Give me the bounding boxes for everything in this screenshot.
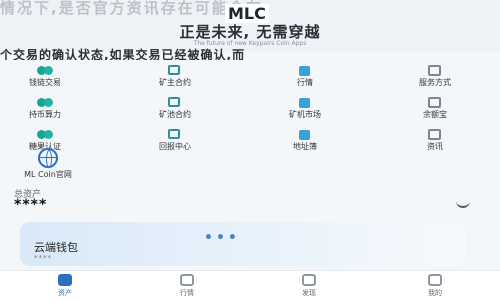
service-label: 钱链交易: [29, 78, 61, 87]
service-item[interactable]: 回报中心: [140, 128, 210, 154]
wallet-icon: [58, 274, 72, 286]
bottom-tab-bar: 资产 行情 发现 我的: [0, 270, 500, 301]
cloud-wallet-card[interactable]: ••• 云端钱包 ****: [20, 222, 466, 266]
service-item[interactable]: 矿主合约: [140, 64, 210, 90]
service-label: 资讯: [427, 142, 443, 151]
service-label: 矿池合约: [159, 110, 191, 119]
chart-icon: [296, 64, 314, 76]
banner-subtitle: 正是未来, 无需穿越: [179, 23, 321, 41]
globe-icon: [38, 148, 58, 168]
user-icon: [428, 274, 442, 286]
wallet-name: 云端钱包: [34, 241, 78, 254]
service-item[interactable]: 地址簿: [270, 128, 340, 154]
service-label: 回报中心: [159, 142, 191, 151]
box-icon: [426, 128, 444, 140]
service-label: 行情: [297, 78, 313, 87]
service-item[interactable]: 矿池合约: [140, 96, 210, 122]
top-banner[interactable]: 情况下,是否官方资讯存在可能会有 MLC 正是未来, 无需穿越 The futu…: [0, 0, 500, 52]
scrolling-notice[interactable]: 个交易的确认状态,如果交易已经被确认,而: [0, 46, 500, 60]
more-icon[interactable]: •••: [204, 230, 240, 246]
service-grid: 钱链交易 矿主合约 行情 服务方式 持币算力 矿池合约 矿机市场 余额宝 糖果认…: [0, 64, 500, 156]
tab-assets[interactable]: 资产: [35, 274, 95, 298]
service-item[interactable]: 行情: [270, 64, 340, 90]
wallet-balance: ****: [34, 254, 52, 262]
service-label: 地址簿: [293, 142, 317, 151]
service-item[interactable]: 服务方式: [400, 64, 470, 90]
service-item[interactable]: 余额宝: [400, 96, 470, 122]
box-icon: [426, 64, 444, 76]
service-label: 服务方式: [419, 78, 451, 87]
tab-me[interactable]: 我的: [405, 274, 465, 298]
tab-label: 行情: [180, 289, 194, 297]
service-item[interactable]: 矿机市场: [270, 96, 340, 122]
ml-coin-website-link[interactable]: ML Coin官网: [18, 148, 78, 180]
chart-icon: [180, 274, 194, 286]
chart-icon: [296, 96, 314, 108]
service-item[interactable]: 钱链交易: [10, 64, 80, 90]
grid-icon: [166, 96, 184, 108]
service-item[interactable]: 资讯: [400, 128, 470, 154]
service-label: 矿机市场: [289, 110, 321, 119]
coins-icon: [36, 128, 54, 140]
service-item[interactable]: 持币算力: [10, 96, 80, 122]
total-assets-value: ****: [14, 197, 48, 213]
grid-icon: [166, 128, 184, 140]
service-label: 矿主合约: [159, 78, 191, 87]
box-icon: [426, 96, 444, 108]
tab-market[interactable]: 行情: [157, 274, 217, 298]
hide-balance-eye-icon[interactable]: [456, 200, 470, 208]
ml-coin-label: ML Coin官网: [24, 170, 72, 179]
grid-icon: [166, 64, 184, 76]
coins-icon: [36, 96, 54, 108]
chart-icon: [296, 128, 314, 140]
tab-discover[interactable]: 发现: [279, 274, 339, 298]
service-label: 余额宝: [423, 110, 447, 119]
coins-icon: [36, 64, 54, 76]
tab-label: 资产: [58, 289, 72, 297]
compass-icon: [302, 274, 316, 286]
tab-label: 我的: [428, 289, 442, 297]
service-label: 持币算力: [29, 110, 61, 119]
tab-label: 发现: [302, 289, 316, 297]
